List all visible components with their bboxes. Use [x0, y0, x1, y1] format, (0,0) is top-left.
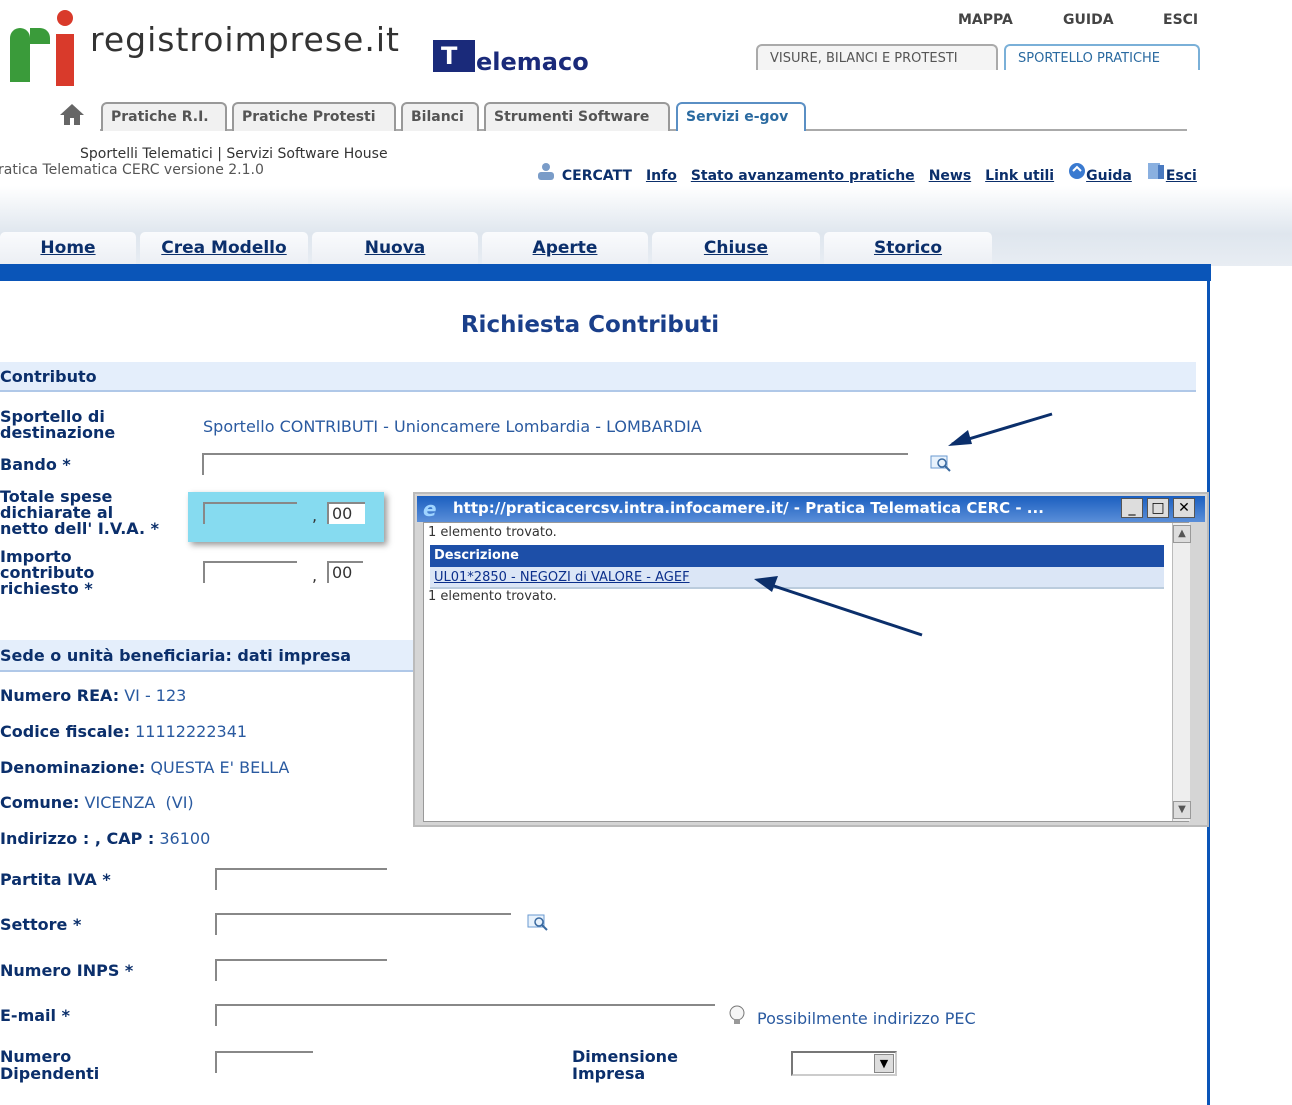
arrow-to-result	[761, 580, 923, 637]
arrowhead-bando	[948, 430, 972, 446]
annotation-arrows	[754, 412, 1053, 637]
arrowhead-result	[754, 576, 778, 592]
